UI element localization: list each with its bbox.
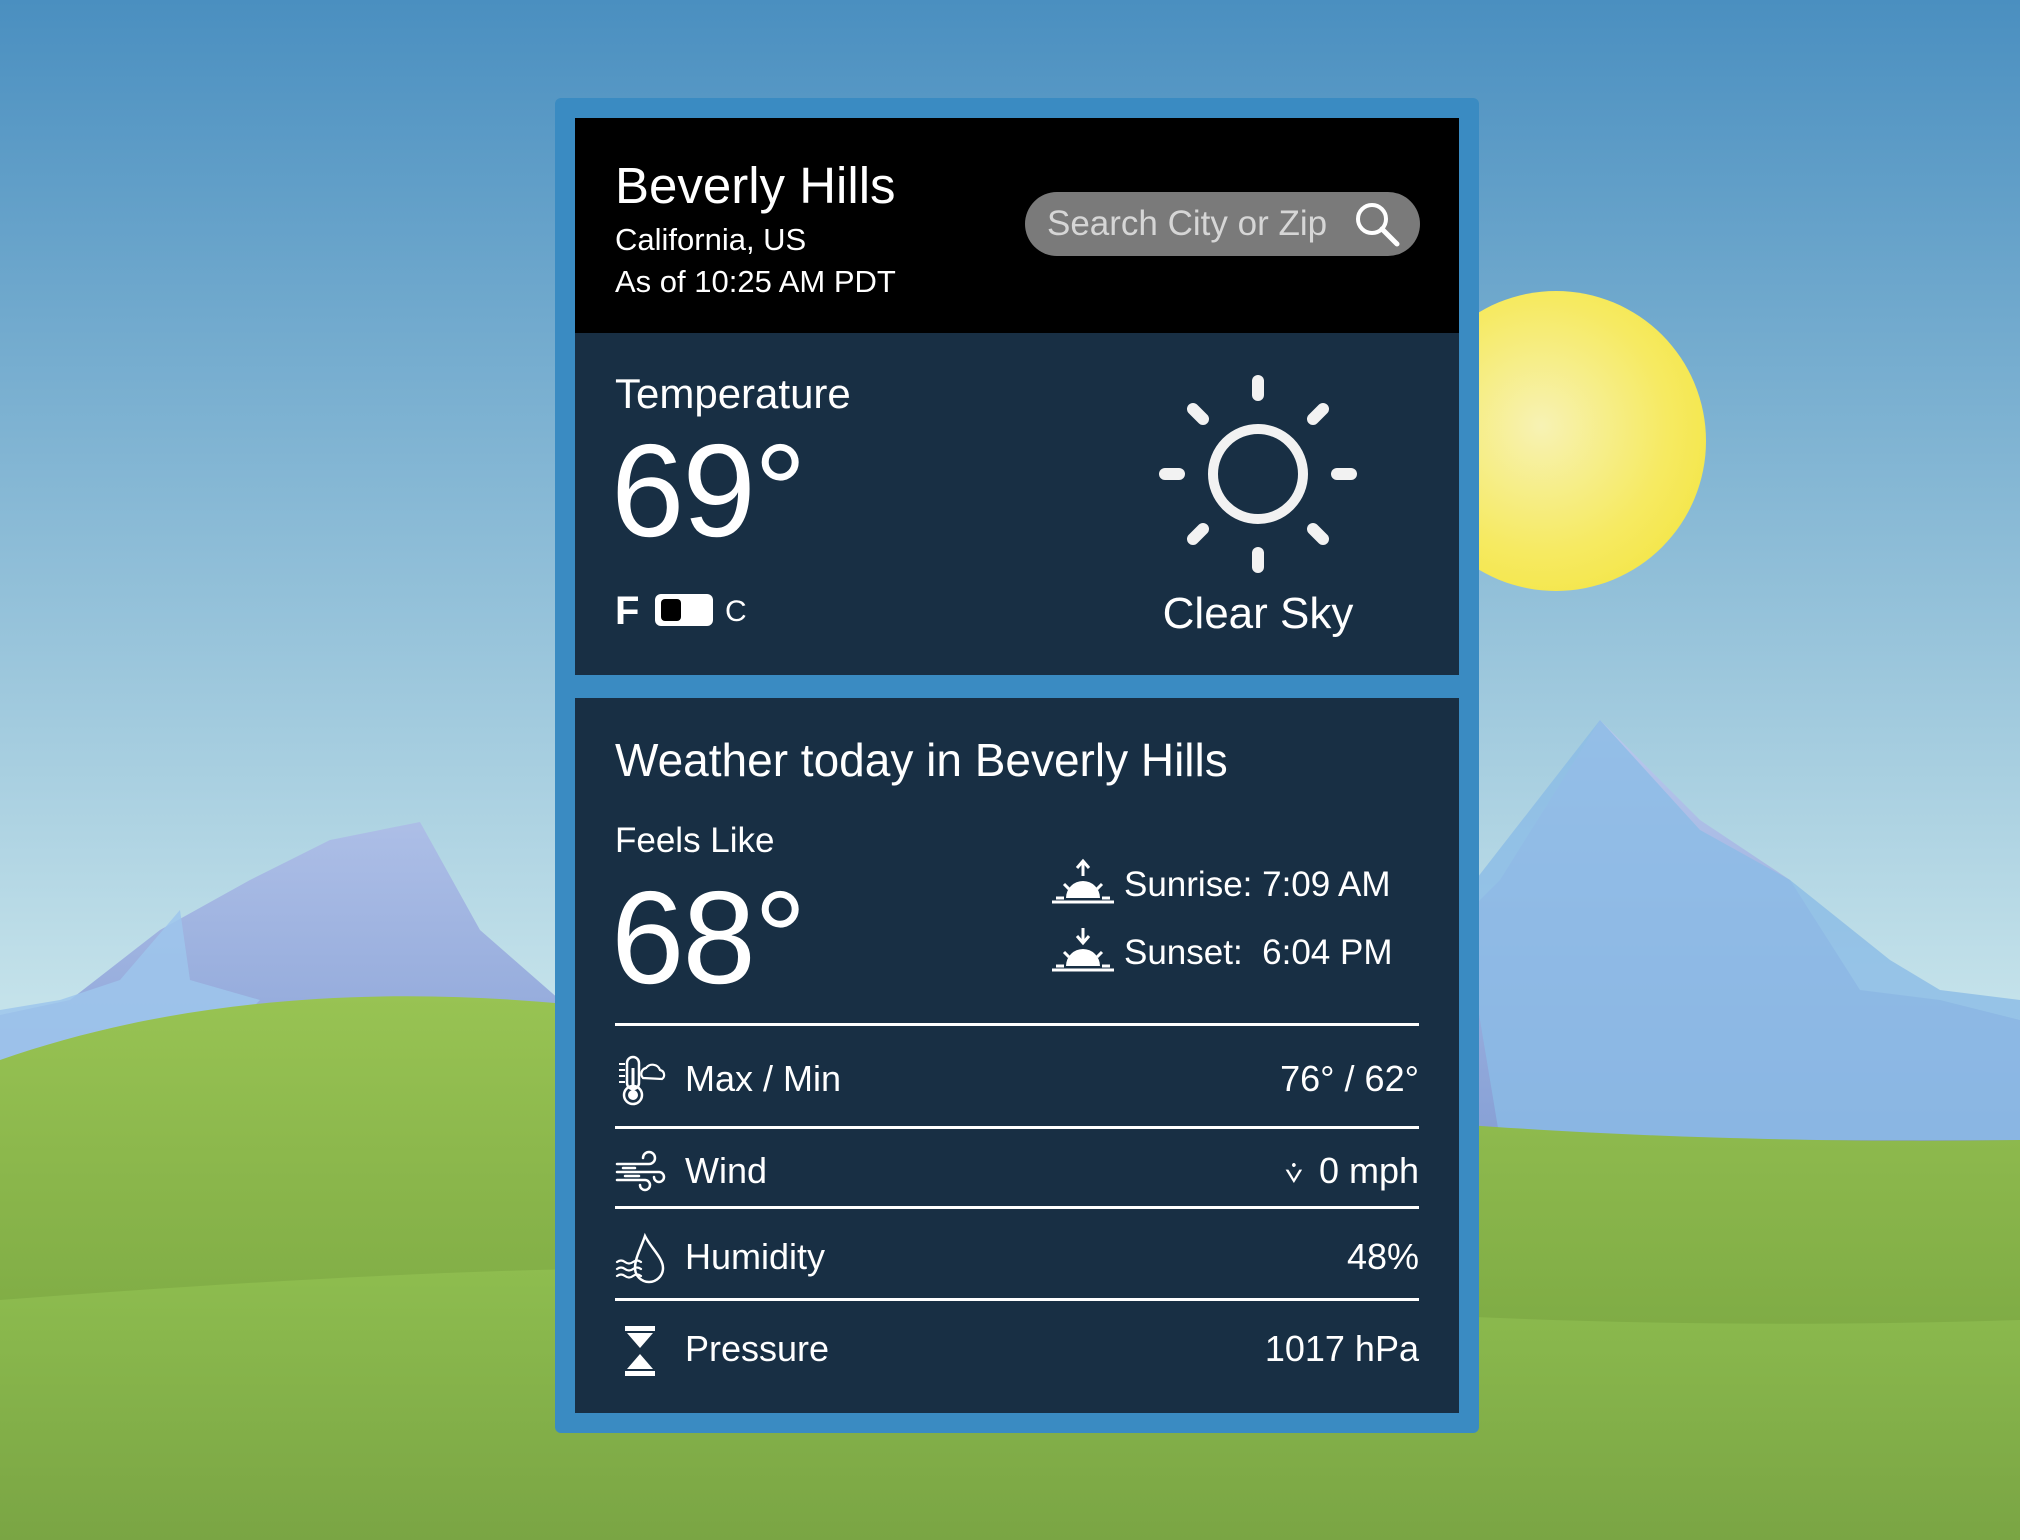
feels-like-label: Feels Like [615, 821, 775, 860]
today-title: Weather today in Beverly Hills [615, 734, 1228, 786]
sunrise-icon [1052, 858, 1114, 904]
stat-value: ⩒ 0 mph [1285, 1150, 1419, 1195]
sunset-time: Sunset: 6:04 PM [1124, 933, 1393, 972]
search-input[interactable] [1047, 192, 1347, 256]
feels-like-value: 68° [611, 864, 807, 1011]
stat-row-max-min: Max / Min 76° / 62° [615, 1048, 1419, 1108]
condition-text: Clear Sky [1162, 589, 1354, 638]
search-bar[interactable] [1025, 192, 1420, 256]
temperature-value: 69° [611, 417, 807, 564]
stat-value: 48% [1346, 1236, 1419, 1277]
sun-icon [1159, 375, 1357, 573]
humidity-icon [615, 1232, 665, 1284]
region-name: California, US [615, 222, 807, 257]
stat-label: Max / Min [685, 1058, 842, 1099]
last-updated-time: As of 10:25 AM PDT [615, 264, 896, 299]
sunset-icon [1052, 928, 1114, 972]
divider [615, 1206, 1419, 1209]
divider [615, 1298, 1419, 1301]
stat-label: Pressure [685, 1328, 830, 1369]
wind-direction-icon: ⩒ [1284, 1157, 1303, 1190]
sunrise-time: Sunrise: 7:09 AM [1124, 865, 1391, 904]
stat-value: 1017 hPa [1264, 1328, 1419, 1369]
location-header: Beverly Hills California, US As of 10:25… [575, 118, 1459, 333]
search-icon[interactable] [1353, 200, 1401, 248]
wind-icon [615, 1150, 666, 1192]
unit-toggle-knob [661, 599, 681, 621]
temperature-label: Temperature [615, 370, 851, 417]
current-conditions-panel: Temperature 69° F C Clear Sky [575, 333, 1459, 675]
today-details-panel: Weather today in Beverly Hills Feels Lik… [575, 698, 1459, 1413]
city-name: Beverly Hills [615, 157, 896, 214]
pressure-icon [625, 1326, 655, 1376]
stat-value: 76° / 62° [1280, 1058, 1419, 1099]
sunrise-row: Sunrise: 7:09 AM [1050, 856, 1420, 912]
divider [615, 1126, 1419, 1129]
unit-toggle[interactable] [655, 594, 713, 626]
weather-widget: Beverly Hills California, US As of 10:25… [555, 98, 1479, 1433]
unit-fahrenheit-label: F [615, 589, 640, 633]
stat-label: Humidity [685, 1236, 826, 1277]
unit-celsius-label: C [725, 595, 747, 628]
sunset-row: Sunset: 6:04 PM [1050, 924, 1420, 980]
wind-speed: 0 mph [1318, 1150, 1419, 1191]
stat-row-humidity: Humidity 48% [615, 1226, 1419, 1286]
stat-row-pressure: Pressure 1017 hPa [615, 1318, 1419, 1378]
divider [615, 1023, 1419, 1026]
stat-row-wind: Wind ⩒ 0 mph [615, 1140, 1419, 1200]
stat-label: Wind [685, 1150, 768, 1191]
thermometer-icon [619, 1055, 666, 1106]
